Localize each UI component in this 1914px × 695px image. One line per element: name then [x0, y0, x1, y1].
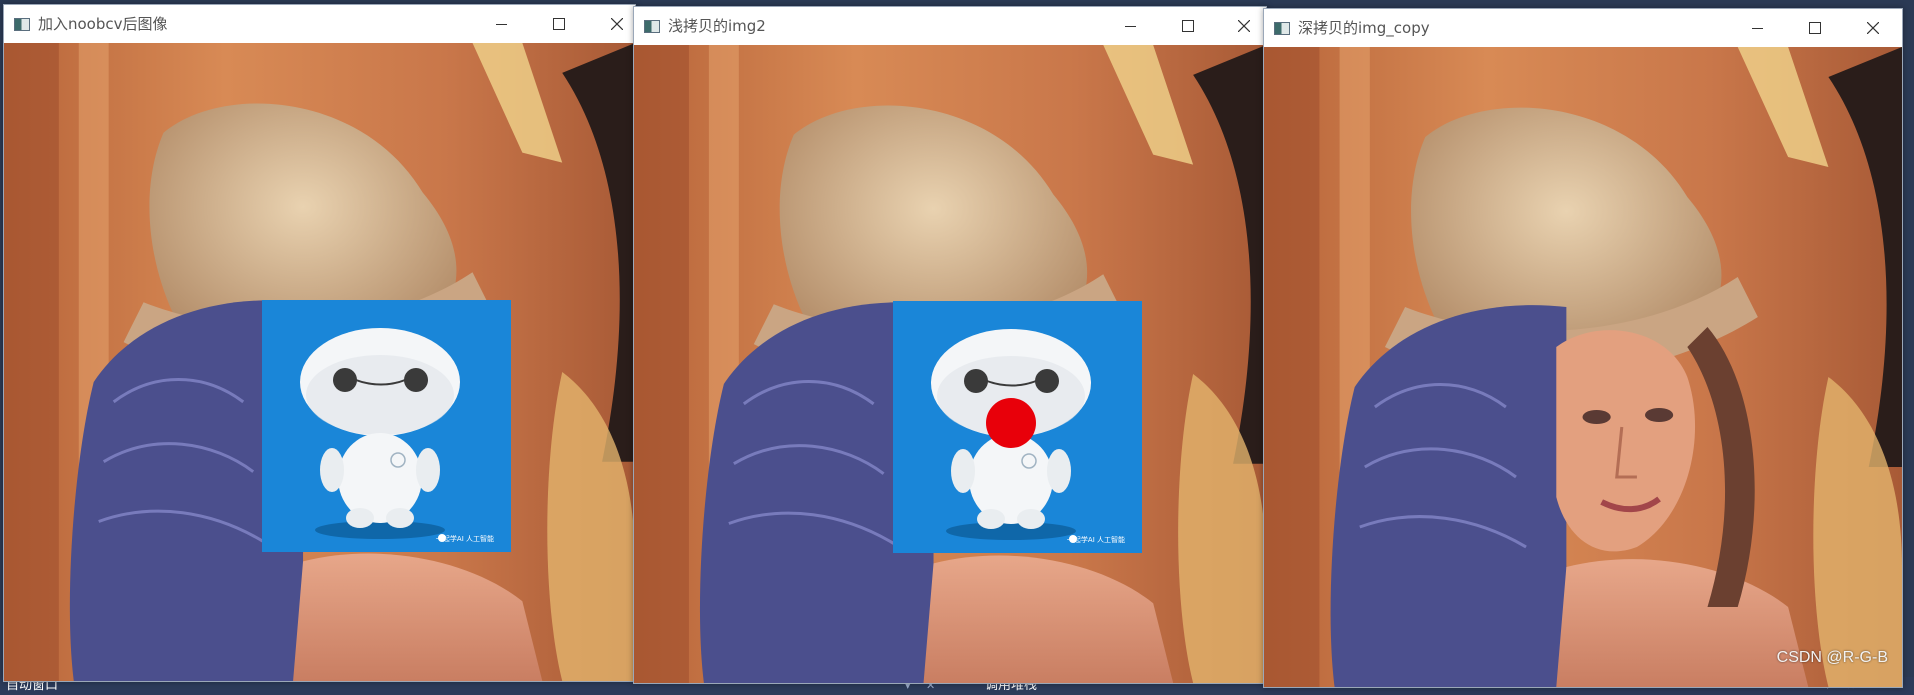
- window-title: 浅拷贝的img2: [668, 17, 766, 35]
- image-window-deep-copy: 深拷贝的img_copy CSDN @R-G-B: [1263, 8, 1903, 688]
- maximize-icon[interactable]: [1786, 9, 1844, 47]
- close-icon[interactable]: [1844, 9, 1902, 47]
- minimize-icon[interactable]: [1728, 9, 1786, 47]
- image-window-noobcv: 加入noobcv后图像 一起学AI 人工智能: [3, 4, 636, 682]
- close-icon[interactable]: [588, 5, 635, 43]
- window-title: 加入noobcv后图像: [38, 15, 168, 33]
- app-icon: [1274, 22, 1290, 35]
- minimize-icon[interactable]: [1101, 7, 1159, 45]
- image-window-shallow-copy: 浅拷贝的img2 一起学AI 人工智能: [633, 6, 1267, 684]
- app-icon: [644, 20, 660, 33]
- close-icon[interactable]: [1215, 7, 1266, 45]
- robot-overlay-image: 一起学AI 人工智能: [262, 300, 511, 552]
- photo-background: [1264, 47, 1902, 687]
- app-icon: [14, 18, 30, 31]
- window-titlebar[interactable]: 深拷贝的img_copy: [1264, 9, 1902, 47]
- csdn-watermark: CSDN @R-G-B: [1776, 649, 1888, 666]
- robot-figure: 一起学AI 人工智能: [300, 328, 494, 543]
- window-titlebar[interactable]: 浅拷贝的img2: [634, 7, 1266, 45]
- image-canvas: 一起学AI 人工智能: [634, 45, 1266, 683]
- robot-figure: 一起学AI 人工智能: [931, 329, 1125, 544]
- image-canvas: [1264, 47, 1902, 687]
- image-canvas: 一起学AI 人工智能: [4, 43, 635, 681]
- minimize-icon[interactable]: [472, 5, 530, 43]
- maximize-icon[interactable]: [1159, 7, 1217, 45]
- window-titlebar[interactable]: 加入noobcv后图像: [4, 5, 635, 43]
- maximize-icon[interactable]: [530, 5, 588, 43]
- window-title: 深拷贝的img_copy: [1298, 19, 1430, 37]
- robot-overlay-image: 一起学AI 人工智能: [893, 301, 1142, 553]
